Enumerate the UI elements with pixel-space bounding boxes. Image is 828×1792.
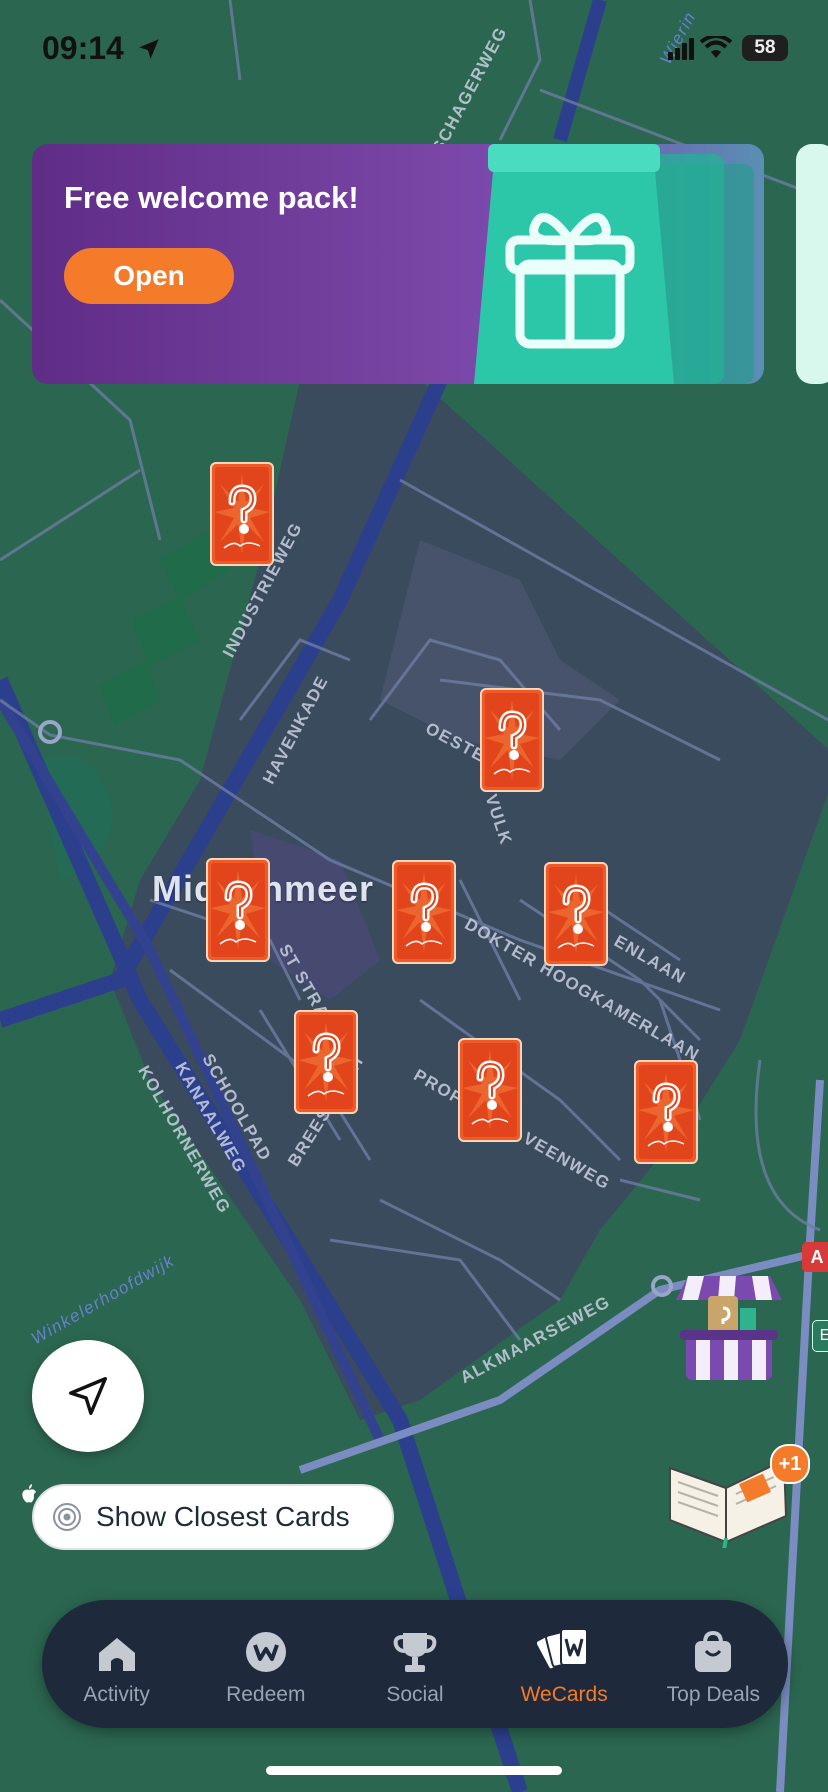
road-sign-a: A	[802, 1242, 828, 1272]
battery-indicator: 58	[742, 35, 788, 61]
next-banner-peek[interactable]	[796, 144, 828, 384]
tab-top-deals[interactable]: Top Deals	[643, 1609, 783, 1719]
tab-label: Redeem	[226, 1683, 306, 1706]
navigation-arrow-icon	[69, 1377, 107, 1415]
tab-label: Social	[386, 1683, 444, 1706]
bottom-tab-bar: Activity Redeem Social WeCards Top Deals	[42, 1600, 788, 1728]
map-card-marker[interactable]	[206, 858, 270, 962]
banner-title: Free welcome pack!	[64, 180, 359, 215]
recenter-location-button[interactable]	[32, 1340, 144, 1452]
location-arrow-icon	[139, 39, 159, 59]
map-card-marker[interactable]	[634, 1060, 698, 1164]
card-pack-art	[474, 144, 754, 384]
tab-activity[interactable]: Activity	[47, 1609, 187, 1719]
home-icon	[98, 1638, 135, 1671]
shop-stall-icon[interactable]	[668, 1272, 790, 1384]
welcome-pack-banner[interactable]: Free welcome pack! Open	[32, 144, 764, 384]
tab-label: WeCards	[520, 1683, 608, 1706]
status-time: 09:14	[42, 30, 124, 66]
wifi-icon	[700, 36, 732, 58]
target-icon	[53, 1503, 81, 1531]
tab-social[interactable]: Social	[345, 1609, 485, 1719]
show-closest-cards-label: Show Closest Cards	[96, 1501, 350, 1532]
guide-badge: +1	[770, 1444, 810, 1484]
trophy-icon	[393, 1633, 437, 1672]
map-card-marker[interactable]	[458, 1038, 522, 1142]
map-card-marker[interactable]	[294, 1010, 358, 1114]
cards-icon	[537, 1628, 589, 1671]
road-sign-b: E	[812, 1320, 828, 1352]
map-card-marker[interactable]	[480, 688, 544, 792]
map-card-marker[interactable]	[544, 862, 608, 966]
cellular-signal-icon	[668, 38, 694, 60]
map-card-marker[interactable]	[210, 462, 274, 566]
w-coin-icon	[245, 1632, 286, 1672]
shopping-bag-icon	[695, 1631, 732, 1672]
tab-label: Activity	[83, 1683, 150, 1706]
tab-label: Top Deals	[666, 1683, 761, 1706]
status-bar: 09:14 58	[0, 0, 828, 100]
map-card-marker[interactable]	[392, 860, 456, 964]
tab-wecards[interactable]: WeCards	[494, 1609, 634, 1719]
home-indicator	[266, 1766, 562, 1775]
open-button[interactable]: Open	[64, 248, 234, 304]
show-closest-cards-button[interactable]: Show Closest Cards	[32, 1484, 394, 1550]
tab-redeem[interactable]: Redeem	[196, 1609, 336, 1719]
